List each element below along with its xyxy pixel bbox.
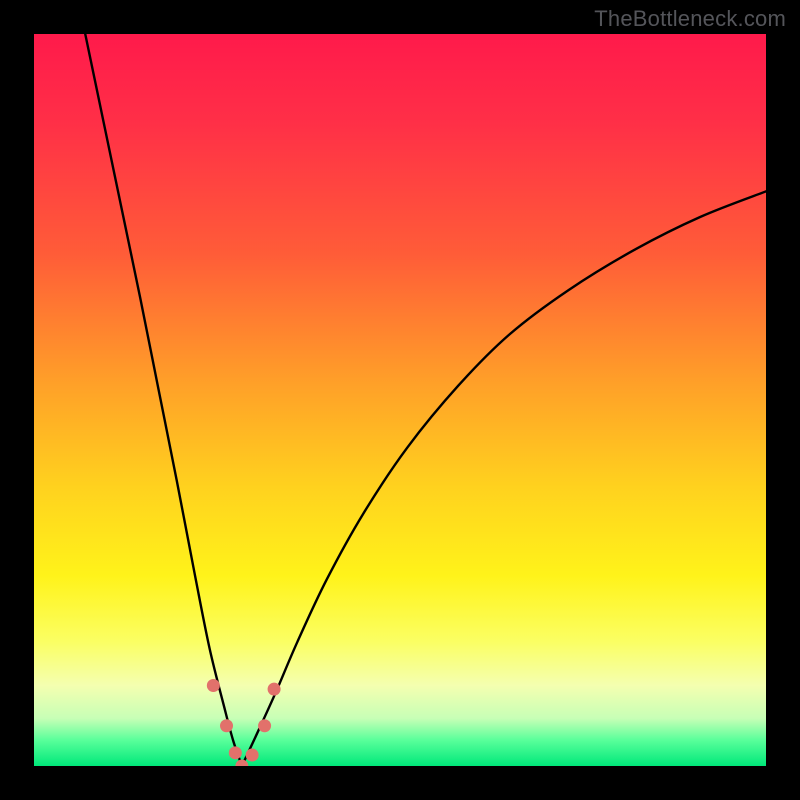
curve-marker-dot xyxy=(246,749,259,762)
curve-marker-dot xyxy=(207,679,220,692)
curve-marker-dot xyxy=(258,719,271,732)
plot-area xyxy=(34,34,766,766)
curve-right-branch xyxy=(242,191,766,766)
curve-marker-dot xyxy=(220,719,233,732)
curve-marker-dot xyxy=(235,760,248,767)
curve-marker-dot xyxy=(229,746,242,759)
bottleneck-curve xyxy=(34,34,766,766)
watermark-text: TheBottleneck.com xyxy=(594,6,786,32)
curve-markers xyxy=(207,679,281,766)
chart-frame: TheBottleneck.com xyxy=(0,0,800,800)
curve-marker-dot xyxy=(268,683,281,696)
curve-left-branch xyxy=(85,34,242,766)
